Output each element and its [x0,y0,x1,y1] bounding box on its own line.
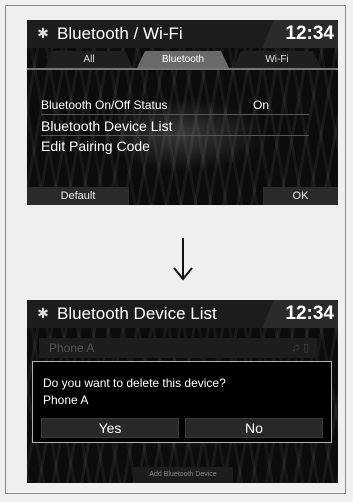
ok-button[interactable]: OK [263,187,338,205]
dialog-device-name: Phone A [43,393,89,407]
settings-gear-icon: ✱ [37,305,49,321]
title-bar: ✱ Bluetooth / Wi-Fi 12:34 [27,20,338,48]
clock: 12:34 [262,300,338,328]
tab-wifi[interactable]: Wi-Fi [233,51,321,68]
row-label: Edit Pairing Code [41,138,150,154]
bluetooth-wifi-screen: ✱ Bluetooth / Wi-Fi 12:34 All Bluetooth … [27,20,338,205]
tab-all[interactable]: All [45,51,133,68]
tab-bar: All Bluetooth Wi-Fi [37,51,328,68]
dialog-message: Do you want to delete this device? [43,376,226,390]
divider [41,114,309,115]
settings-gear-icon: ✱ [37,25,49,41]
add-bluetooth-device-button[interactable]: Add Bluetooth Device [133,467,233,483]
clock: 12:34 [262,20,338,48]
tab-underline [27,68,338,70]
arrow-down-icon [173,238,193,281]
device-list-row[interactable]: Bluetooth Device List [41,118,309,134]
row-label: Bluetooth Device List [41,118,173,134]
screen-title: Bluetooth Device List [57,304,217,323]
title-bar: ✱ Bluetooth Device List 12:34 [27,300,338,328]
status-value: On [253,98,270,112]
screen-title: Bluetooth / Wi-Fi [57,24,183,43]
phone-icon: ▯ [302,342,309,354]
device-row-phone-a[interactable]: Phone A ♫ ▯ [39,338,317,358]
row-label: Bluetooth On/Off Status [41,98,168,112]
music-note-icon: ♫ [291,342,300,354]
device-list-screen: ✱ Bluetooth Device List 12:34 Phone A ♫ … [27,300,338,483]
no-button[interactable]: No [185,418,323,438]
tab-bluetooth[interactable]: Bluetooth [137,51,229,68]
device-name: Phone A [49,341,95,355]
delete-confirm-dialog: Do you want to delete this device? Phone… [32,361,332,443]
edit-pairing-code-row[interactable]: Edit Pairing Code [41,138,309,154]
divider [41,135,309,136]
default-button[interactable]: Default [27,187,129,205]
yes-button[interactable]: Yes [41,418,179,438]
bluetooth-status-row[interactable]: Bluetooth On/Off Status On [41,98,309,112]
